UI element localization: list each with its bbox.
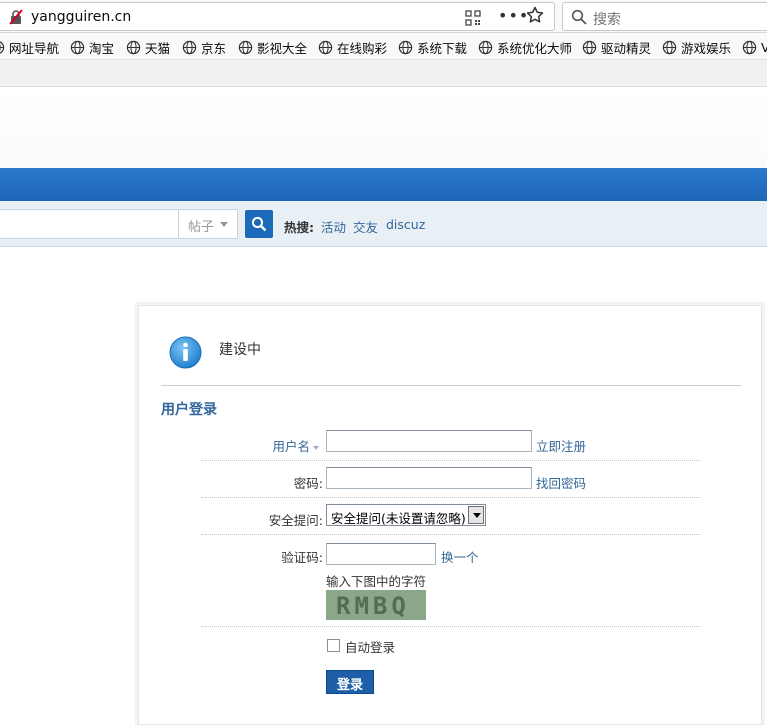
row-divider (201, 460, 701, 461)
username-label-text: 用户名 (272, 439, 310, 454)
bookmark-item[interactable]: 天猫 (126, 38, 170, 56)
globe-icon (0, 40, 5, 55)
globe-icon (238, 40, 253, 55)
globe-icon (318, 40, 333, 55)
search-icon (571, 9, 587, 25)
bookmark-label: 系统优化大师 (497, 38, 572, 57)
bookmark-label: 天猫 (145, 38, 170, 57)
bookmark-star-icon[interactable] (526, 6, 544, 24)
chevron-down-icon (313, 446, 319, 450)
row-divider (201, 497, 701, 498)
bookmark-label: 系统下载 (417, 38, 467, 57)
bookmark-item[interactable]: 京东 (182, 38, 226, 56)
bookmark-item[interactable]: 在线购彩 (318, 38, 387, 56)
bookmark-item[interactable]: 网址导航 (0, 38, 59, 56)
qr-code-icon[interactable] (465, 10, 481, 26)
globe-icon (182, 40, 197, 55)
row-divider (201, 626, 701, 627)
search-type-value: 帖子 (188, 220, 214, 235)
notice-message: 建设中 (219, 339, 261, 359)
globe-icon (582, 40, 597, 55)
bookmark-label: 京东 (201, 38, 226, 57)
register-link[interactable]: 立即注册 (536, 436, 586, 455)
login-panel: 建设中 用户登录 用户名 立即注册 密码: 找回密码 安全提问: 安全提问(未设… (138, 305, 762, 725)
row-divider (201, 534, 701, 535)
main-nav-bar (0, 168, 767, 201)
site-search-button[interactable] (245, 210, 273, 238)
browser-toolbar: yangguiren.cn ••• 搜索 (0, 0, 767, 33)
globe-icon (742, 40, 757, 55)
captcha-label: 验证码: (203, 547, 323, 566)
info-icon (169, 336, 202, 369)
login-title: 用户登录 (161, 399, 217, 419)
security-question-label: 安全提问: (203, 510, 323, 529)
captcha-input[interactable] (326, 543, 436, 565)
username-input[interactable] (326, 430, 532, 452)
site-search-bar: 帖子 热搜: 活动 交友 discuz (0, 201, 767, 247)
hot-search-label: 热搜: (284, 217, 314, 236)
username-label[interactable]: 用户名 (199, 436, 319, 455)
globe-icon (126, 40, 141, 55)
hot-search-link[interactable]: 活动 (321, 217, 346, 236)
bookmark-label: 淘宝 (89, 38, 114, 57)
search-type-select[interactable]: 帖子 (178, 209, 238, 239)
security-question-select[interactable]: 安全提问(未设置请忽略) (326, 504, 486, 526)
bookmark-item[interactable]: 驱动精灵 (582, 38, 651, 56)
bookmark-label: 游戏娱乐 (681, 38, 731, 57)
globe-icon (662, 40, 677, 55)
globe-icon (398, 40, 413, 55)
site-search-input[interactable] (0, 209, 178, 239)
insecure-lock-icon[interactable] (8, 9, 24, 25)
bookmark-label: 驱动精灵 (601, 38, 651, 57)
search-placeholder: 搜索 (593, 9, 621, 29)
bookmark-label: 在线购彩 (337, 38, 387, 57)
chevron-down-icon (220, 222, 228, 227)
captcha-refresh-link[interactable]: 换一个 (441, 547, 479, 566)
bookmark-item[interactable]: 影视大全 (238, 38, 307, 56)
top-strip (0, 60, 767, 87)
bookmark-label: 影视大全 (257, 38, 307, 57)
site-header (0, 88, 767, 168)
url-text[interactable]: yangguiren.cn (31, 9, 131, 25)
auto-login-checkbox[interactable] (327, 639, 340, 652)
search-icon (251, 216, 267, 232)
bookmark-item[interactable]: V (742, 38, 767, 56)
hot-search-link[interactable]: discuz (386, 217, 425, 232)
chevron-down-icon (468, 506, 484, 524)
captcha-text: RMBQ (336, 592, 410, 620)
globe-icon (478, 40, 493, 55)
password-input[interactable] (326, 467, 532, 489)
recover-password-link[interactable]: 找回密码 (536, 473, 586, 492)
bookmark-label: V (761, 40, 767, 55)
captcha-hint: 输入下图中的字符 (326, 571, 426, 590)
bookmark-item[interactable]: 淘宝 (70, 38, 114, 56)
captcha-image[interactable]: RMBQ (326, 590, 426, 620)
hot-search-link[interactable]: 交友 (353, 217, 378, 236)
address-bar[interactable]: yangguiren.cn ••• (0, 2, 555, 31)
globe-icon (70, 40, 85, 55)
bookmark-item[interactable]: 系统优化大师 (478, 38, 572, 56)
divider (161, 385, 741, 386)
bookmarks-bar: 网址导航 淘宝 天猫 京东 影视大全 在线购彩 系统下载 系统优化大师 驱动精灵… (0, 33, 767, 60)
bookmark-item[interactable]: 游戏娱乐 (662, 38, 731, 56)
auto-login-label[interactable]: 自动登录 (345, 637, 395, 656)
bookmark-item[interactable]: 系统下载 (398, 38, 467, 56)
password-label: 密码: (203, 473, 323, 492)
more-actions-icon[interactable]: ••• (498, 6, 529, 25)
bookmark-label: 网址导航 (9, 38, 59, 57)
browser-search-box[interactable]: 搜索 (562, 2, 767, 31)
security-question-value: 安全提问(未设置请忽略) (331, 511, 466, 526)
login-button[interactable]: 登录 (326, 670, 374, 694)
